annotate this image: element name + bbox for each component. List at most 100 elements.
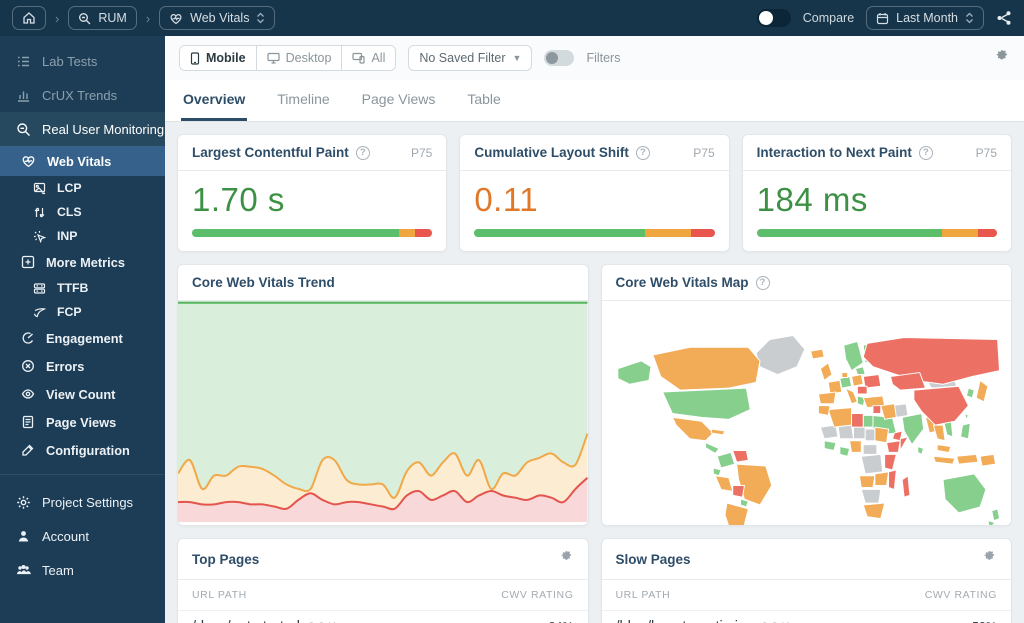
- map-region-baltics[interactable]: [854, 366, 866, 376]
- map-region-australia[interactable]: [942, 473, 986, 514]
- sidebar-item-real-user-monitoring[interactable]: Real User Monitoring: [0, 112, 165, 146]
- map-region-colombia[interactable]: [716, 451, 735, 469]
- sidebar-item-project-settings[interactable]: Project Settings: [0, 485, 165, 519]
- sidebar-item-crux-trends[interactable]: CrUX Trends: [0, 78, 165, 112]
- map-region-japan[interactable]: [975, 379, 988, 403]
- settings-gear-icon[interactable]: [994, 48, 1010, 69]
- map-region-algeria[interactable]: [827, 407, 852, 428]
- sidebar-item-configuration[interactable]: Configuration: [0, 436, 165, 464]
- map-region-south-africa[interactable]: [862, 502, 885, 520]
- sidebar-item-web-vitals[interactable]: Web Vitals: [0, 146, 165, 176]
- map-region-bolivia[interactable]: [731, 485, 745, 498]
- map-region-philippines[interactable]: [959, 422, 971, 440]
- map-region-uk[interactable]: [819, 362, 833, 381]
- map-region-ecuador[interactable]: [712, 467, 722, 477]
- compare-toggle[interactable]: [756, 9, 791, 27]
- map-region-brazil[interactable]: [735, 463, 772, 506]
- map-region-mexico[interactable]: [671, 416, 714, 442]
- map-region-namibia-botswana[interactable]: [860, 488, 881, 504]
- map-region-libya[interactable]: [850, 412, 864, 428]
- map-region-kenya[interactable]: [883, 453, 897, 471]
- map-region-venezuela[interactable]: [731, 449, 749, 463]
- map-region-nigeria[interactable]: [848, 440, 862, 453]
- saved-filter-dropdown[interactable]: No Saved Filter ▼: [408, 45, 533, 71]
- filters-toggle[interactable]: [544, 50, 575, 66]
- map-region-italy[interactable]: [844, 387, 858, 405]
- map-region-senegal[interactable]: [823, 440, 836, 451]
- map-region-chad[interactable]: [864, 428, 875, 442]
- url-path[interactable]: /docs/get-started: [192, 619, 300, 623]
- column-cwv-rating[interactable]: CWV RATING: [925, 589, 997, 601]
- map-region-central-america[interactable]: [704, 442, 720, 454]
- url-path[interactable]: /blog/how-to-optimize: [616, 619, 754, 623]
- map-region-thailand[interactable]: [932, 424, 946, 442]
- map-region-mozambique[interactable]: [887, 469, 897, 490]
- map-region-indonesia-west[interactable]: [932, 455, 955, 465]
- map-region-somalia[interactable]: [899, 436, 909, 451]
- device-mobile-button[interactable]: Mobile: [180, 46, 256, 70]
- sidebar-item-page-views[interactable]: Page Views: [0, 408, 165, 436]
- map-region-kazakhstan[interactable]: [889, 372, 926, 391]
- sidebar-item-lcp[interactable]: LCP: [0, 176, 165, 200]
- sidebar-item-account[interactable]: Account: [0, 519, 165, 553]
- map-region-angola[interactable]: [858, 475, 875, 488]
- column-url-path[interactable]: URL PATH: [192, 589, 247, 601]
- map-region-new-zealand-south[interactable]: [986, 520, 995, 526]
- map-region-usa[interactable]: [661, 387, 751, 420]
- sidebar-item-lab-tests[interactable]: Lab Tests: [0, 44, 165, 78]
- map-region-iceland[interactable]: [809, 348, 825, 360]
- sidebar-item-fcp[interactable]: FCP: [0, 300, 165, 324]
- map-region-romania[interactable]: [856, 385, 868, 395]
- trend-chart[interactable]: [178, 301, 588, 522]
- sidebar-item-cls[interactable]: CLS: [0, 200, 165, 224]
- map-region-taiwan[interactable]: [963, 412, 969, 420]
- device-all-button[interactable]: All: [341, 46, 396, 70]
- gear-icon[interactable]: [982, 549, 997, 569]
- sidebar-item-errors[interactable]: Errors: [0, 352, 165, 380]
- help-icon[interactable]: ?: [918, 145, 933, 160]
- table-row[interactable]: /blog/how-to-optimize 2.2 K 53%: [602, 611, 1012, 623]
- map-region-greenland[interactable]: [755, 335, 805, 376]
- map-region-new-zealand-north[interactable]: [990, 508, 1000, 522]
- sidebar-item-engagement[interactable]: Engagement: [0, 324, 165, 352]
- tab-overview[interactable]: Overview: [181, 81, 248, 121]
- map-region-peru[interactable]: [714, 475, 733, 492]
- map-region-egypt[interactable]: [862, 414, 873, 428]
- help-icon[interactable]: ?: [635, 145, 650, 160]
- map-region-korea[interactable]: [965, 387, 975, 399]
- sidebar-item-ttfb[interactable]: TTFB: [0, 276, 165, 300]
- tab-timeline[interactable]: Timeline: [275, 81, 331, 121]
- map-region-morocco[interactable]: [817, 405, 831, 416]
- tab-table[interactable]: Table: [465, 81, 502, 121]
- map-region-ethiopia[interactable]: [885, 440, 901, 453]
- device-desktop-button[interactable]: Desktop: [255, 46, 342, 70]
- map-region-cameroon[interactable]: [862, 444, 877, 455]
- column-cwv-rating[interactable]: CWV RATING: [501, 589, 573, 601]
- map-region-sudan[interactable]: [873, 426, 889, 444]
- map-region-iraq[interactable]: [871, 405, 881, 414]
- map-region-germany[interactable]: [838, 375, 852, 389]
- map-region-drc[interactable]: [860, 453, 883, 475]
- sidebar-item-inp[interactable]: INP: [0, 224, 165, 248]
- map-region-alaska[interactable]: [616, 360, 651, 385]
- home-button[interactable]: [12, 6, 46, 30]
- sidebar-item-team[interactable]: Team: [0, 553, 165, 587]
- map-region-cuba[interactable]: [710, 428, 725, 436]
- world-map[interactable]: [602, 301, 1012, 526]
- breadcrumb-rum[interactable]: RUM: [68, 6, 137, 30]
- map-region-spain[interactable]: [817, 391, 836, 405]
- help-icon[interactable]: ?: [355, 145, 370, 160]
- column-url-path[interactable]: URL PATH: [616, 589, 671, 601]
- map-region-russia[interactable]: [862, 337, 1000, 385]
- map-region-madagascar[interactable]: [901, 475, 910, 498]
- map-region-scandinavia[interactable]: [842, 340, 864, 372]
- map-region-zambia[interactable]: [873, 471, 889, 487]
- help-icon[interactable]: ?: [755, 275, 770, 290]
- map-region-indonesia-east[interactable]: [955, 453, 979, 465]
- tab-page-views[interactable]: Page Views: [360, 81, 438, 121]
- map-region-canada[interactable]: [651, 346, 760, 391]
- sidebar-item-more-metrics[interactable]: More Metrics: [0, 248, 165, 276]
- gear-icon[interactable]: [559, 549, 574, 569]
- map-region-sri-lanka[interactable]: [916, 446, 924, 455]
- map-region-denmark[interactable]: [840, 372, 848, 378]
